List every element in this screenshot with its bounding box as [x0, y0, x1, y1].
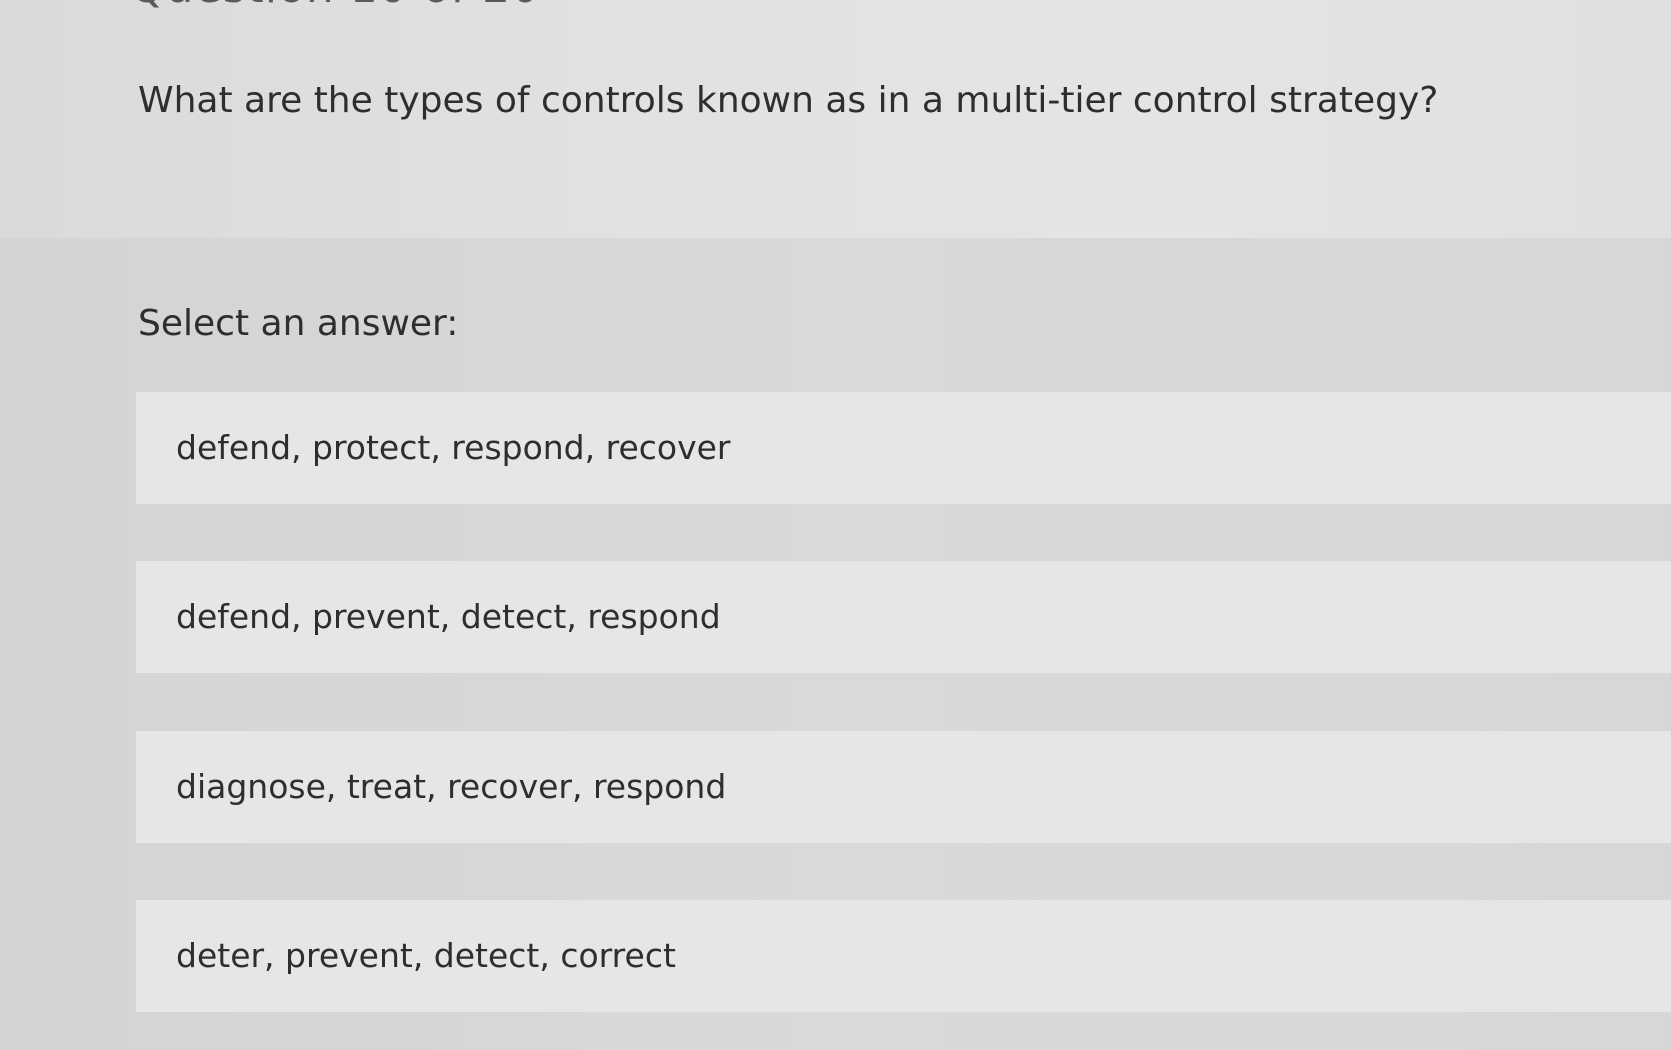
- answer-option-label: defend, protect, respond, recover: [176, 428, 731, 467]
- question-text: What are the types of controls known as …: [138, 80, 1439, 121]
- question-panel: Question 10 of 20 What are the types of …: [0, 0, 1671, 238]
- answer-option-label: diagnose, treat, recover, respond: [176, 767, 727, 806]
- answer-option-label: deter, prevent, detect, correct: [176, 936, 676, 975]
- answer-option-label: defend, prevent, detect, respond: [176, 597, 721, 636]
- answer-option[interactable]: defend, protect, respond, recover: [136, 392, 1671, 504]
- answer-option[interactable]: diagnose, treat, recover, respond: [136, 731, 1671, 843]
- answer-option[interactable]: defend, prevent, detect, respond: [136, 561, 1671, 673]
- select-answer-label: Select an answer:: [138, 303, 459, 344]
- answer-option[interactable]: deter, prevent, detect, correct: [136, 900, 1671, 1012]
- question-counter: Question 10 of 20: [130, 0, 540, 13]
